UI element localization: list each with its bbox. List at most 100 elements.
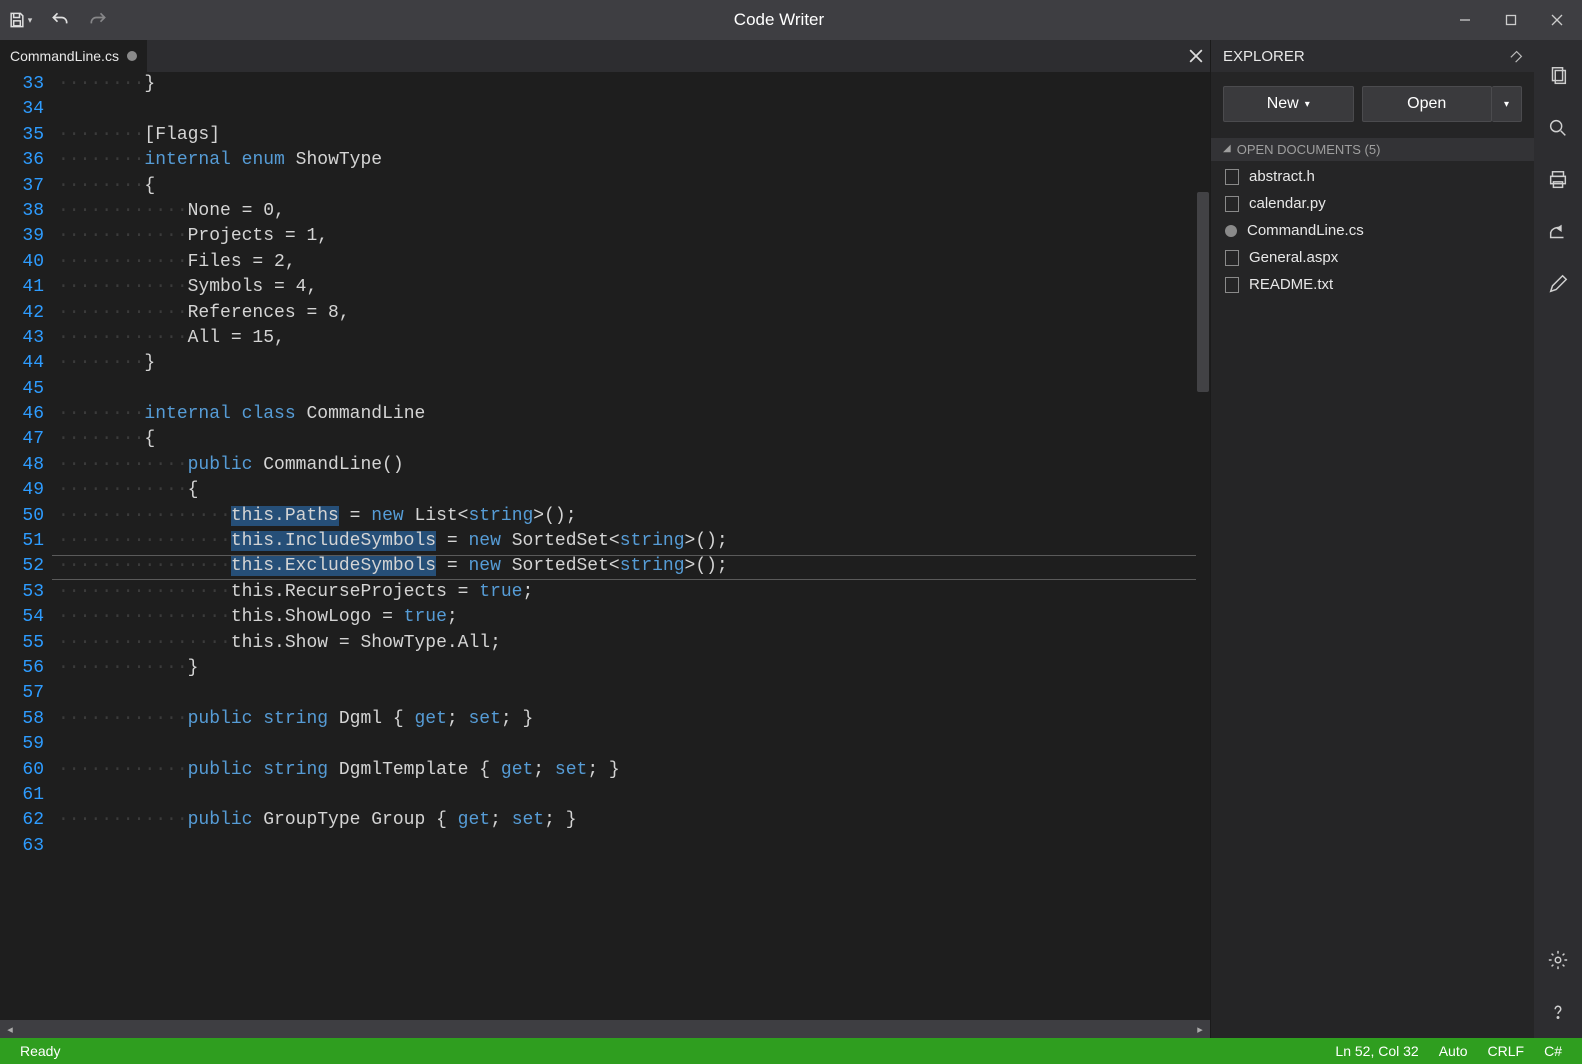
- editor-vertical-scrollbar[interactable]: [1196, 72, 1210, 1020]
- redo-button[interactable]: [80, 4, 116, 36]
- line-number: 57: [0, 681, 44, 706]
- line-number: 44: [0, 351, 44, 376]
- document-label: abstract.h: [1249, 168, 1315, 185]
- tab-bar: CommandLine.cs: [0, 40, 1210, 72]
- settings-icon[interactable]: [1534, 934, 1582, 986]
- line-number: 46: [0, 402, 44, 427]
- document-label: CommandLine.cs: [1247, 222, 1364, 239]
- line-number: 61: [0, 783, 44, 808]
- chevron-down-icon: ▾: [1305, 99, 1310, 110]
- code-line: ············All = 15,: [58, 326, 1210, 351]
- open-button[interactable]: Open: [1362, 86, 1493, 122]
- line-number: 41: [0, 275, 44, 300]
- code-line: [58, 681, 1210, 706]
- line-number: 54: [0, 605, 44, 630]
- code-line: ············Projects = 1,: [58, 224, 1210, 249]
- pin-icon[interactable]: ⊓: [1507, 46, 1527, 66]
- tab-label: CommandLine.cs: [10, 48, 119, 64]
- document-item[interactable]: calendar.py: [1211, 190, 1534, 217]
- help-icon[interactable]: [1534, 986, 1582, 1038]
- whitespace-guide: ············: [58, 201, 188, 221]
- document-label: General.aspx: [1249, 249, 1338, 266]
- status-bar: Ready Ln 52, Col 32 Auto CRLF C#: [0, 1038, 1582, 1064]
- maximize-button[interactable]: [1488, 4, 1534, 36]
- main-area: CommandLine.cs 3334353637383940414243444…: [0, 40, 1582, 1038]
- code-editor[interactable]: 3334353637383940414243444546474849505152…: [0, 72, 1210, 1020]
- line-number: 37: [0, 174, 44, 199]
- dirty-indicator-icon: [127, 51, 137, 61]
- tab-close-button[interactable]: [1182, 40, 1210, 72]
- code-line: ············public GroupType Group { get…: [58, 808, 1210, 833]
- code-line: ················this.Paths = new List<st…: [58, 504, 1210, 529]
- save-button[interactable]: ▾: [4, 4, 40, 36]
- code-line: ············None = 0,: [58, 199, 1210, 224]
- editor-horizontal-scrollbar[interactable]: ◂ ▸: [0, 1020, 1210, 1038]
- status-eol[interactable]: CRLF: [1478, 1043, 1535, 1059]
- code-line: ················this.IncludeSymbols = ne…: [58, 529, 1210, 554]
- edit-icon[interactable]: [1534, 258, 1582, 310]
- whitespace-guide: ················: [58, 556, 231, 576]
- share-icon[interactable]: [1534, 206, 1582, 258]
- whitespace-guide: ········: [58, 125, 144, 145]
- save-dropdown-icon[interactable]: ▾: [23, 15, 37, 26]
- line-number: 56: [0, 656, 44, 681]
- file-icon: [1225, 196, 1239, 212]
- code-line: ········[Flags]: [58, 123, 1210, 148]
- title-bar: ▾ Code Writer: [0, 0, 1582, 40]
- search-icon[interactable]: [1534, 102, 1582, 154]
- scroll-left-icon[interactable]: ◂: [2, 1023, 18, 1036]
- open-documents-header[interactable]: ◢ OPEN DOCUMENTS (5): [1211, 138, 1534, 161]
- code-line: ········}: [58, 351, 1210, 376]
- minimize-button[interactable]: [1442, 4, 1488, 36]
- collapse-icon: ◢: [1223, 143, 1231, 154]
- document-item[interactable]: abstract.h: [1211, 163, 1534, 190]
- section-label: OPEN DOCUMENTS (5): [1237, 142, 1381, 157]
- open-dropdown-button[interactable]: ▾: [1492, 86, 1522, 122]
- undo-button[interactable]: [42, 4, 78, 36]
- status-ready: Ready: [10, 1043, 70, 1059]
- document-item[interactable]: General.aspx: [1211, 244, 1534, 271]
- whitespace-guide: ········: [58, 404, 144, 424]
- line-number: 55: [0, 631, 44, 656]
- line-number: 51: [0, 529, 44, 554]
- whitespace-guide: ············: [58, 810, 188, 830]
- line-number: 63: [0, 834, 44, 859]
- code-line: ········{: [58, 174, 1210, 199]
- status-position[interactable]: Ln 52, Col 32: [1325, 1043, 1428, 1059]
- whitespace-guide: ················: [58, 506, 231, 526]
- scroll-right-icon[interactable]: ▸: [1192, 1023, 1208, 1036]
- whitespace-guide: ················: [58, 607, 231, 627]
- status-encoding[interactable]: Auto: [1429, 1043, 1478, 1059]
- whitespace-guide: ············: [58, 709, 188, 729]
- line-number: 42: [0, 301, 44, 326]
- close-window-button[interactable]: [1534, 4, 1580, 36]
- dirty-indicator-icon: [1225, 225, 1237, 237]
- line-number: 39: [0, 224, 44, 249]
- line-number: 36: [0, 148, 44, 173]
- line-number: 47: [0, 427, 44, 452]
- line-number: 48: [0, 453, 44, 478]
- explorer-header: EXPLORER ⊓: [1211, 40, 1534, 72]
- code-line: [58, 783, 1210, 808]
- whitespace-guide: ········: [58, 176, 144, 196]
- print-icon[interactable]: [1534, 154, 1582, 206]
- code-line: ············public string DgmlTemplate {…: [58, 758, 1210, 783]
- code-line: ············Files = 2,: [58, 250, 1210, 275]
- line-number: 62: [0, 808, 44, 833]
- new-button[interactable]: New ▾: [1223, 86, 1354, 122]
- whitespace-guide: ············: [58, 658, 188, 678]
- explorer-panel: EXPLORER ⊓ New ▾ Open ▾ ◢ OPEN DOCUMENTS…: [1210, 40, 1534, 1038]
- window-title: Code Writer: [116, 10, 1442, 30]
- line-number: 58: [0, 707, 44, 732]
- documents-icon[interactable]: [1534, 50, 1582, 102]
- document-label: README.txt: [1249, 276, 1333, 293]
- file-icon: [1225, 277, 1239, 293]
- tab-commandline[interactable]: CommandLine.cs: [0, 40, 147, 72]
- status-language[interactable]: C#: [1534, 1043, 1572, 1059]
- code-line: [58, 97, 1210, 122]
- document-item[interactable]: CommandLine.cs: [1211, 217, 1534, 244]
- line-number: 33: [0, 72, 44, 97]
- document-item[interactable]: README.txt: [1211, 271, 1534, 298]
- whitespace-guide: ············: [58, 760, 188, 780]
- line-number: 35: [0, 123, 44, 148]
